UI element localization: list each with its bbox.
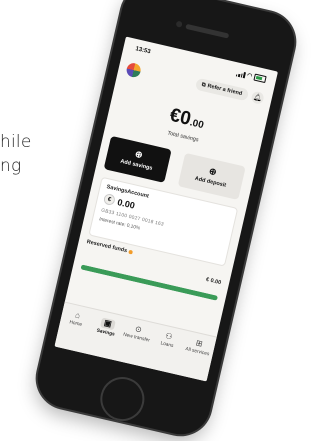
speaker-grill: [185, 23, 230, 39]
loans-icon: ⚇: [164, 331, 174, 342]
add-deposit-button[interactable]: ⊕ Add deposit: [177, 152, 246, 200]
savings-icon: ▣: [99, 317, 116, 331]
plus-icon: ⊕: [133, 148, 144, 161]
wifi-icon: ◠: [246, 72, 253, 80]
grid-icon: ⊞: [194, 338, 204, 349]
nav-home-label: Home: [68, 320, 83, 328]
bell-icon: 🔔︎: [252, 93, 263, 103]
deposit-icon: ⊕: [208, 165, 218, 178]
nav-loans[interactable]: ⚇ Loans: [151, 329, 185, 351]
nav-home[interactable]: ⌂ Home: [60, 308, 94, 330]
camera-icon: [175, 20, 183, 28]
reserved-funds-value: € 0.00: [205, 276, 222, 287]
avatar[interactable]: [125, 61, 143, 79]
euro-icon: €: [102, 192, 117, 207]
notifications-button[interactable]: 🔔︎: [250, 90, 265, 105]
nav-savings[interactable]: ▣ Savings: [90, 315, 124, 339]
nav-services-label: All services: [184, 347, 210, 358]
info-dot-icon: [128, 249, 134, 255]
battery-icon: [253, 73, 267, 84]
home-button[interactable]: [95, 372, 149, 426]
nav-new-transfer[interactable]: ⊙ New transfer: [121, 322, 155, 344]
add-deposit-label: Add deposit: [194, 175, 227, 189]
home-icon: ⌂: [74, 310, 82, 321]
add-savings-button[interactable]: ⊕ Add savings: [103, 135, 172, 183]
nav-transfer-label: New transfer: [122, 332, 151, 344]
refer-friend-button[interactable]: ⧉ Refer a friend: [194, 77, 250, 102]
stage: 13:53 ◠ ⧉ Refer a friend 🔔︎ €0.00 Total …: [0, 0, 301, 441]
bottom-nav: ⌂ Home ▣ Savings ⊙ New transfer ⚇ Loans …: [54, 301, 217, 382]
status-indicators: ◠: [235, 69, 267, 84]
transfer-icon: ⊙: [134, 324, 143, 335]
add-savings-label: Add savings: [119, 158, 153, 172]
refer-friend-label: Refer a friend: [206, 83, 243, 98]
app-screen: 13:53 ◠ ⧉ Refer a friend 🔔︎ €0.00 Total …: [54, 36, 278, 382]
status-time: 13:53: [134, 46, 152, 56]
phone-device: 13:53 ◠ ⧉ Refer a friend 🔔︎ €0.00 Total …: [31, 0, 301, 441]
nav-all-services[interactable]: ⊞ All services: [181, 336, 215, 358]
nav-savings-label: Savings: [96, 328, 116, 338]
savings-account-value: 0.00: [116, 196, 136, 211]
balance-cents: .00: [188, 117, 205, 132]
gift-icon: ⧉: [201, 81, 207, 89]
nav-loans-label: Loans: [159, 341, 174, 350]
signal-icon: [235, 70, 246, 78]
